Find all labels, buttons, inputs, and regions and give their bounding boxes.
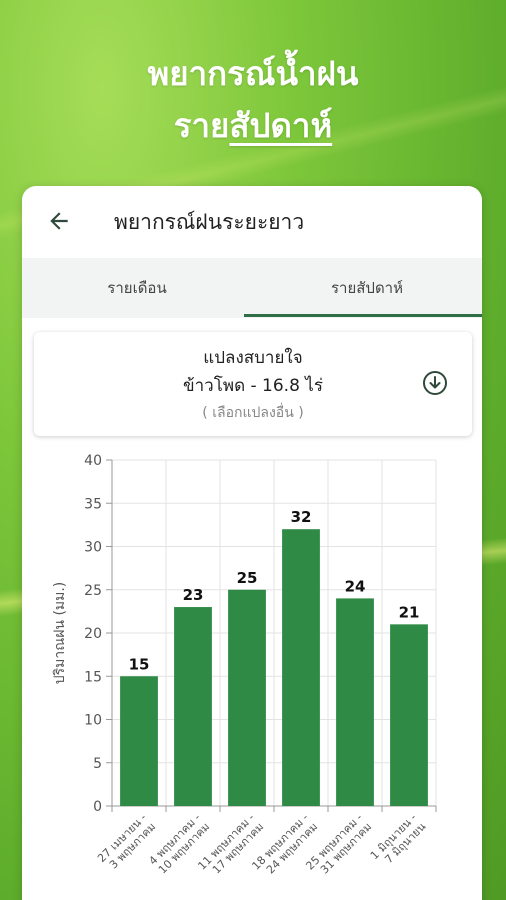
bar-value-label: 25 [237, 569, 258, 587]
arrow-left-icon [50, 212, 68, 230]
rainfall-bar-chart: 0 5 10 15 20 25 30 35 40 ปริมาณฝน (มม.) 15 27 เมษาย… [52, 453, 437, 882]
app-bar: พยากรณ์ฝนระยะยาว [22, 186, 482, 258]
y-tick-label: 15 [84, 669, 102, 685]
x-tick-label: 18 พฤษภาคม -24 พฤษภาคม [249, 811, 320, 882]
bar-value-label: 15 [129, 655, 150, 673]
x-tick-label: 25 พฤษภาคม -31 พฤษภาคม [303, 811, 374, 882]
download-button[interactable] [422, 370, 448, 396]
tab-bar: รายเดือน รายสัปดาห์ [22, 258, 482, 318]
forecast-card: พยากรณ์ฝนระยะยาว รายเดือน รายสัปดาห์ แปล… [22, 186, 482, 900]
bar-value-label: 32 [291, 508, 312, 526]
bar-value-label: 23 [183, 586, 204, 604]
y-tick-label: 0 [93, 799, 102, 815]
y-tick-label: 25 [84, 583, 102, 599]
x-tick-label: 1 มิถุนายน -7 มิถุนายน [368, 811, 429, 872]
bar-value-label: 21 [399, 603, 420, 621]
tab-weekly[interactable]: รายสัปดาห์ [252, 258, 482, 318]
page-title: พยากรณ์ฝนระยะยาว [114, 210, 305, 234]
bar-value-label: 24 [345, 577, 366, 595]
plot-crop-area: ข้าวโพด - 16.8 ไร่ [183, 376, 323, 396]
y-tick-label: 10 [84, 713, 102, 729]
bar [120, 676, 158, 806]
x-tick-label: 27 เมษายน -3 พฤษภาคม [95, 811, 158, 874]
back-button[interactable] [44, 206, 74, 236]
bar [282, 529, 320, 806]
headline-line2-emphasis: สัปดาห์ [229, 106, 333, 145]
headline-line1: พยากรณ์น้ำฝน [147, 54, 359, 93]
select-other-plot-link[interactable]: ( เลือกแปลงอื่น ) [34, 402, 472, 424]
y-axis-label: ปริมาณฝน (มม.) [52, 582, 68, 685]
bar [228, 589, 266, 806]
plot-name: แปลงสบายใจ [203, 348, 303, 368]
tab-monthly[interactable]: รายเดือน [22, 258, 252, 318]
bar [336, 598, 374, 806]
plot-selector-card[interactable]: แปลงสบายใจ ข้าวโพด - 16.8 ไร่ ( เลือกแปล… [34, 332, 472, 436]
y-tick-label: 40 [84, 453, 102, 469]
y-tick-label: 35 [84, 496, 102, 512]
headline-line2: รายสัปดาห์ [0, 100, 506, 152]
headline-line2-prefix: ราย [173, 106, 230, 145]
bar [390, 624, 428, 806]
y-tick-label: 30 [84, 540, 102, 556]
bar [174, 607, 212, 806]
selected-tab-indicator [244, 314, 482, 317]
y-tick-label: 20 [84, 626, 102, 642]
page-headline: พยากรณ์น้ำฝน รายสัปดาห์ [0, 48, 506, 152]
x-tick-label: 11 พฤษภาคม -17 พฤษภาคม [195, 811, 266, 882]
y-tick-label: 5 [93, 756, 102, 772]
download-circle-icon [423, 371, 447, 395]
